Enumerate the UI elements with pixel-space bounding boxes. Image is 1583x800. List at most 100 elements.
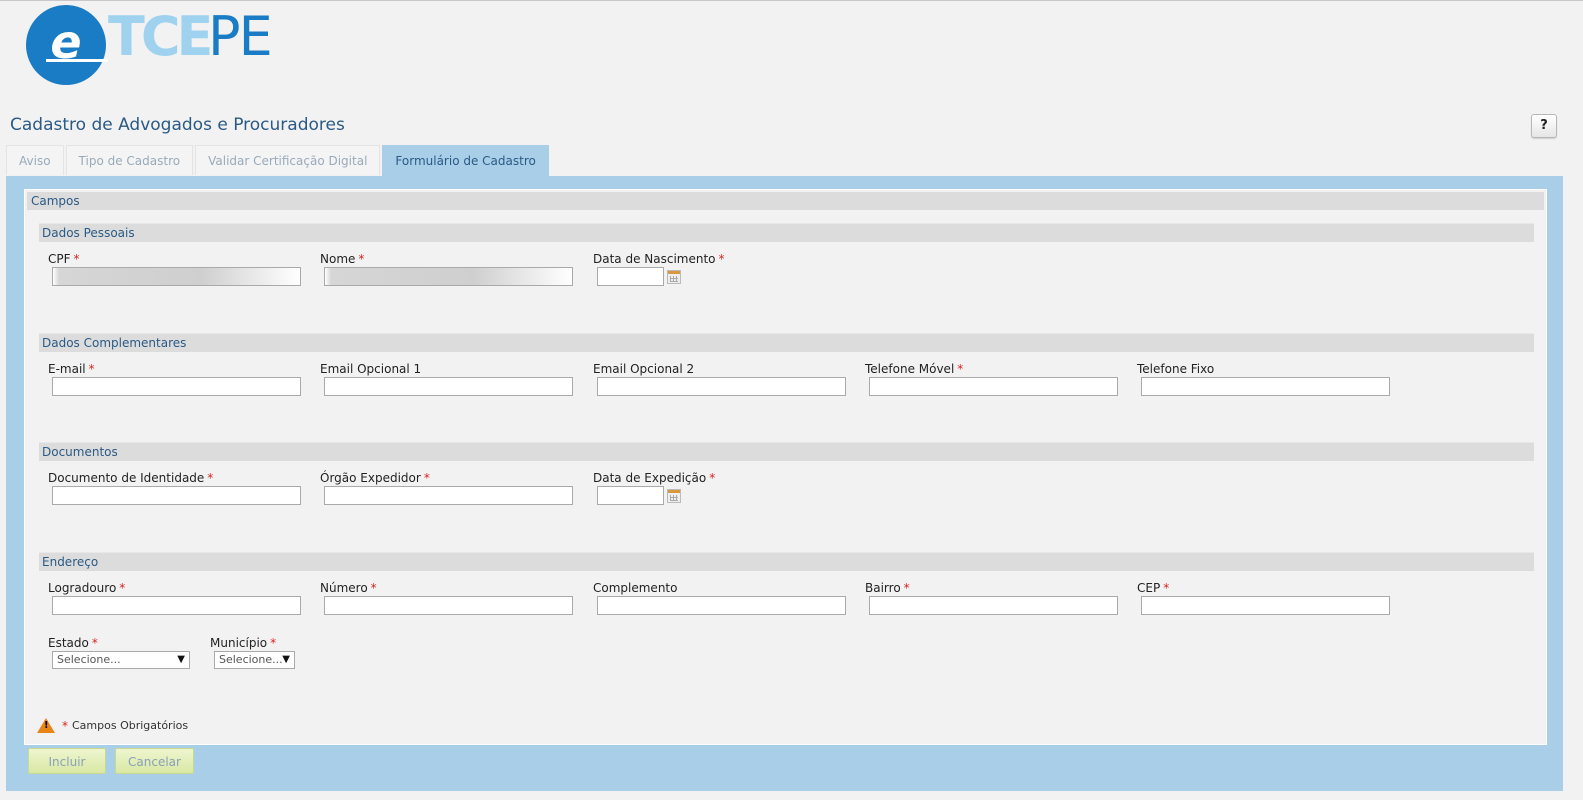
email-input[interactable] — [52, 377, 301, 396]
cpf-input[interactable] — [52, 267, 301, 286]
data-nascimento-input[interactable] — [597, 267, 664, 286]
required-mark: * — [207, 471, 214, 485]
logo-text-tce: TCE — [108, 5, 213, 68]
field-telefone-fixo: Telefone Fixo — [1137, 362, 1390, 396]
data-expedicao-input[interactable] — [597, 486, 664, 505]
municipio-selected-value: Selecione... — [219, 653, 283, 666]
calendar-icon[interactable] — [667, 489, 681, 503]
email-opcional-2-label: Email Opcional 2 — [593, 362, 695, 376]
field-bairro: Bairro * — [865, 581, 1118, 615]
tab-validar-certificacao[interactable]: Validar Certificação Digital — [195, 145, 381, 175]
section-documentos: Documentos — [39, 442, 1534, 461]
required-mark: * — [709, 471, 716, 485]
required-mark: * — [718, 252, 725, 266]
required-mark: * — [1163, 581, 1170, 595]
tab-bar: Aviso Tipo de Cadastro Validar Certifica… — [6, 145, 551, 176]
required-fields-note: * Campos Obrigatórios — [37, 718, 188, 733]
calendar-icon[interactable] — [667, 270, 681, 284]
required-mark: * — [62, 718, 68, 733]
form-panel: Campos Dados Pessoais CPF * Nome * Data de… — [6, 176, 1563, 791]
campos-header: Campos — [27, 192, 1544, 210]
estado-label: Estado — [48, 636, 89, 650]
complemento-label: Complemento — [593, 581, 678, 595]
estado-selected-value: Selecione... — [57, 653, 121, 666]
field-documento-identidade: Documento de Identidade * — [48, 471, 301, 505]
email-label: E-mail — [48, 362, 86, 376]
estado-select[interactable]: Selecione... ▼ — [52, 651, 190, 669]
nome-label: Nome — [320, 252, 356, 266]
email-opcional-2-input[interactable] — [597, 377, 846, 396]
chevron-down-icon: ▼ — [282, 654, 290, 665]
cpf-label: CPF — [48, 252, 71, 266]
field-email-opcional-1: Email Opcional 1 — [320, 362, 573, 396]
chevron-down-icon: ▼ — [177, 654, 185, 665]
orgao-expedidor-input[interactable] — [324, 486, 573, 505]
cep-label: CEP — [1137, 581, 1161, 595]
cep-input[interactable] — [1141, 596, 1390, 615]
complemento-input[interactable] — [597, 596, 846, 615]
cancelar-button[interactable]: Cancelar — [115, 748, 194, 774]
warning-icon — [37, 718, 55, 733]
data-expedicao-label: Data de Expedição — [593, 471, 707, 485]
form-container: Campos Dados Pessoais CPF * Nome * Data de… — [24, 189, 1547, 745]
field-complemento: Complemento — [593, 581, 846, 615]
tab-aviso[interactable]: Aviso — [6, 145, 64, 175]
field-email-opcional-2: Email Opcional 2 — [593, 362, 846, 396]
logo-mark: e — [50, 15, 82, 69]
logradouro-label: Logradouro — [48, 581, 117, 595]
required-mark: * — [370, 581, 377, 595]
field-municipio: Município * Selecione... ▼ — [210, 636, 295, 669]
municipio-select[interactable]: Selecione... ▼ — [214, 651, 295, 669]
etcepe-logo: e TCE PE — [26, 5, 286, 85]
orgao-expedidor-label: Órgão Expedidor — [320, 471, 421, 485]
required-fields-text: Campos Obrigatórios — [72, 719, 189, 732]
required-mark: * — [73, 252, 80, 266]
field-telefone-movel: Telefone Móvel * — [865, 362, 1118, 396]
bairro-label: Bairro — [865, 581, 901, 595]
logo-text-pe: PE — [208, 5, 273, 68]
email-opcional-1-input[interactable] — [324, 377, 573, 396]
telefone-movel-label: Telefone Móvel — [865, 362, 955, 376]
section-dados-complementares: Dados Complementares — [39, 333, 1534, 352]
field-cpf: CPF * — [48, 252, 301, 286]
required-mark: * — [91, 636, 98, 650]
numero-label: Número — [320, 581, 368, 595]
nome-input[interactable] — [324, 267, 573, 286]
required-mark: * — [423, 471, 430, 485]
tab-formulario-de-cadastro[interactable]: Formulário de Cadastro — [382, 145, 549, 176]
field-data-expedicao: Data de Expedição * — [593, 471, 716, 505]
logradouro-input[interactable] — [52, 596, 301, 615]
telefone-movel-input[interactable] — [869, 377, 1118, 396]
telefone-fixo-input[interactable] — [1141, 377, 1390, 396]
incluir-button[interactable]: Incluir — [28, 748, 106, 774]
field-logradouro: Logradouro * — [48, 581, 301, 615]
documento-identidade-input[interactable] — [52, 486, 301, 505]
required-mark: * — [903, 581, 910, 595]
required-mark: * — [957, 362, 964, 376]
field-numero: Número * — [320, 581, 573, 615]
section-endereco: Endereço — [39, 552, 1534, 571]
required-mark: * — [119, 581, 126, 595]
field-data-nascimento: Data de Nascimento * — [593, 252, 725, 286]
data-nascimento-label: Data de Nascimento — [593, 252, 716, 266]
field-orgao-expedidor: Órgão Expedidor * — [320, 471, 573, 505]
help-button[interactable]: ? — [1531, 114, 1557, 138]
field-email: E-mail * — [48, 362, 301, 396]
logo-underline — [46, 59, 108, 62]
section-dados-pessoais: Dados Pessoais — [39, 223, 1534, 242]
tab-tipo-de-cadastro[interactable]: Tipo de Cadastro — [65, 145, 194, 175]
numero-input[interactable] — [324, 596, 573, 615]
email-opcional-1-label: Email Opcional 1 — [320, 362, 422, 376]
field-estado: Estado * Selecione... ▼ — [48, 636, 190, 669]
required-mark: * — [358, 252, 365, 266]
required-mark: * — [270, 636, 277, 650]
telefone-fixo-label: Telefone Fixo — [1137, 362, 1215, 376]
required-mark: * — [88, 362, 95, 376]
field-nome: Nome * — [320, 252, 573, 286]
municipio-label: Município — [210, 636, 268, 650]
documento-identidade-label: Documento de Identidade — [48, 471, 205, 485]
bairro-input[interactable] — [869, 596, 1118, 615]
page-title: Cadastro de Advogados e Procuradores — [10, 115, 345, 135]
field-cep: CEP * — [1137, 581, 1390, 615]
logo-circle: e — [26, 5, 108, 85]
